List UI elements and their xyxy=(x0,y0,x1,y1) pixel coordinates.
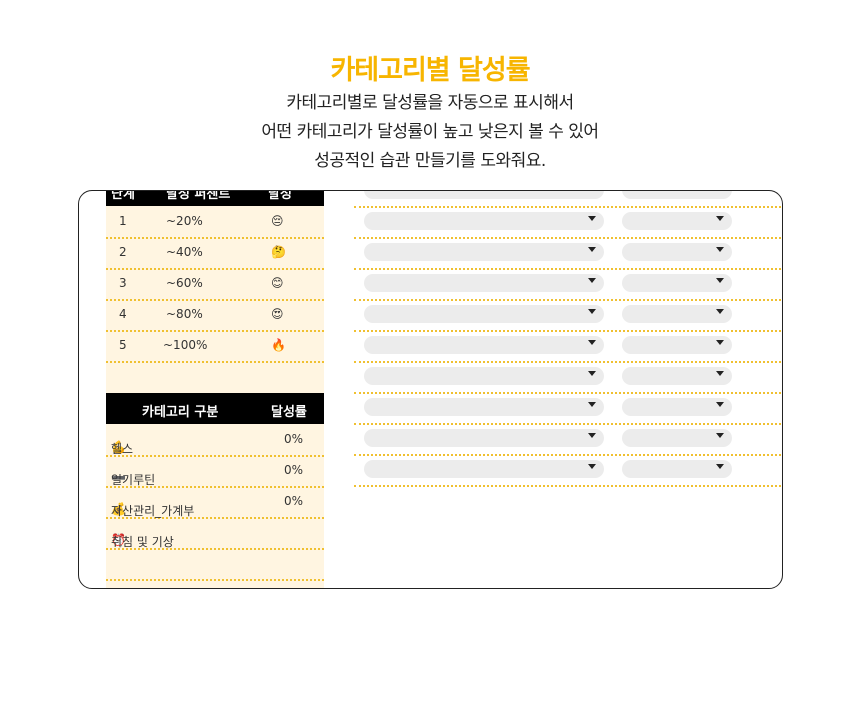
empty-row xyxy=(106,548,324,581)
category-row: ⏰ 취침 및 기상 xyxy=(106,517,324,550)
level-number: 2 xyxy=(119,245,127,259)
category-dropdown[interactable] xyxy=(622,398,732,416)
chevron-down-icon xyxy=(588,247,596,252)
category-row: 💰 자산관리_가계부 0% xyxy=(106,486,324,519)
category-header-name: 카테고리 구분 xyxy=(142,405,219,420)
level-row: 1 ~20% 😔 xyxy=(106,206,324,239)
category-rate: 0% xyxy=(284,432,304,446)
item-dropdown[interactable] xyxy=(364,305,604,323)
level-number: 3 xyxy=(119,276,127,290)
level-number: 1 xyxy=(119,214,127,228)
select-row xyxy=(354,423,782,456)
level-range: ~40% xyxy=(166,245,203,259)
level-emoji-icon: 😍 xyxy=(271,307,284,321)
category-dropdown[interactable] xyxy=(622,336,732,354)
chevron-down-icon xyxy=(588,402,596,407)
category-header-rate: 달성률 xyxy=(271,405,307,420)
category-dropdown[interactable] xyxy=(622,191,732,199)
chevron-down-icon xyxy=(716,433,724,438)
item-dropdown[interactable] xyxy=(364,367,604,385)
item-dropdown[interactable] xyxy=(364,460,604,478)
chevron-down-icon xyxy=(588,216,596,221)
chevron-down-icon xyxy=(716,340,724,345)
select-row xyxy=(354,361,782,394)
level-range: ~60% xyxy=(166,276,203,290)
category-row: ➖ 일기루틴 0% xyxy=(106,455,324,488)
category-dropdown[interactable] xyxy=(622,429,732,447)
item-dropdown[interactable] xyxy=(364,243,604,261)
level-header-percent: 달성 퍼센트 xyxy=(166,190,231,202)
item-dropdown[interactable] xyxy=(364,212,604,230)
select-row xyxy=(354,330,782,363)
chevron-down-icon xyxy=(588,309,596,314)
level-number: 4 xyxy=(119,307,127,321)
description-line-3: 성공적인 습관 만들기를 도와줘요. xyxy=(314,151,546,171)
category-dropdown[interactable] xyxy=(622,305,732,323)
headline: 카테고리별 달성률 xyxy=(330,55,530,86)
category-dropdown[interactable] xyxy=(622,274,732,292)
description-line-2: 어떤 카테고리가 달성률이 높고 낮은지 볼 수 있어 xyxy=(261,122,599,142)
description-line-1: 카테고리별로 달성률을 자동으로 표시해서 xyxy=(286,93,574,113)
category-dropdown[interactable] xyxy=(622,212,732,230)
category-dropdown[interactable] xyxy=(622,460,732,478)
level-row: 5 ~100% 🔥 xyxy=(106,330,324,363)
select-row xyxy=(354,268,782,301)
item-dropdown[interactable] xyxy=(364,336,604,354)
chevron-down-icon xyxy=(588,464,596,469)
select-row xyxy=(354,392,782,425)
level-row: 3 ~60% 😊 xyxy=(106,268,324,301)
level-emoji-icon: 🔥 xyxy=(271,338,286,352)
chevron-down-icon xyxy=(588,433,596,438)
select-row xyxy=(354,299,782,332)
level-table-header: 단계 달성 퍼센트 달성 xyxy=(106,190,324,206)
item-dropdown[interactable] xyxy=(364,429,604,447)
chevron-down-icon xyxy=(588,340,596,345)
level-row: 4 ~80% 😍 xyxy=(106,299,324,332)
select-row xyxy=(354,454,782,487)
level-range: ~100% xyxy=(163,338,208,352)
summary-column: 단계 달성 퍼센트 달성 1 ~20% 😔 2 ~40% 🤔 3 ~60% 😊 … xyxy=(106,191,324,588)
chevron-down-icon xyxy=(588,371,596,376)
chevron-down-icon xyxy=(716,402,724,407)
level-number: 5 xyxy=(119,338,127,352)
level-range: ~80% xyxy=(166,307,203,321)
item-dropdown[interactable] xyxy=(364,274,604,292)
category-dropdown[interactable] xyxy=(622,367,732,385)
item-dropdown[interactable] xyxy=(364,398,604,416)
level-emoji-icon: 😔 xyxy=(271,214,284,228)
chevron-down-icon xyxy=(716,216,724,221)
category-table-header: 카테고리 구분 달성률 xyxy=(106,393,324,424)
chevron-down-icon xyxy=(716,278,724,283)
level-emoji-icon: 😊 xyxy=(271,276,284,290)
level-row: 2 ~40% 🤔 xyxy=(106,237,324,270)
category-row: 💪 헬스 0% xyxy=(106,424,324,457)
category-dropdown[interactable] xyxy=(622,243,732,261)
level-emoji-icon: 🤔 xyxy=(271,245,286,259)
chevron-down-icon xyxy=(716,464,724,469)
select-row xyxy=(354,237,782,270)
spreadsheet-frame: 단계 달성 퍼센트 달성 1 ~20% 😔 2 ~40% 🤔 3 ~60% 😊 … xyxy=(78,190,783,589)
chevron-down-icon xyxy=(716,371,724,376)
category-rate: 0% xyxy=(284,494,304,508)
level-header-step: 단계 xyxy=(111,190,135,202)
chevron-down-icon xyxy=(716,309,724,314)
level-range: ~20% xyxy=(166,214,203,228)
category-rate: 0% xyxy=(284,463,304,477)
chevron-down-icon xyxy=(716,247,724,252)
level-header-achieve: 달성 xyxy=(268,190,292,202)
chevron-down-icon xyxy=(588,278,596,283)
select-row xyxy=(354,206,782,239)
item-dropdown[interactable] xyxy=(364,191,604,199)
